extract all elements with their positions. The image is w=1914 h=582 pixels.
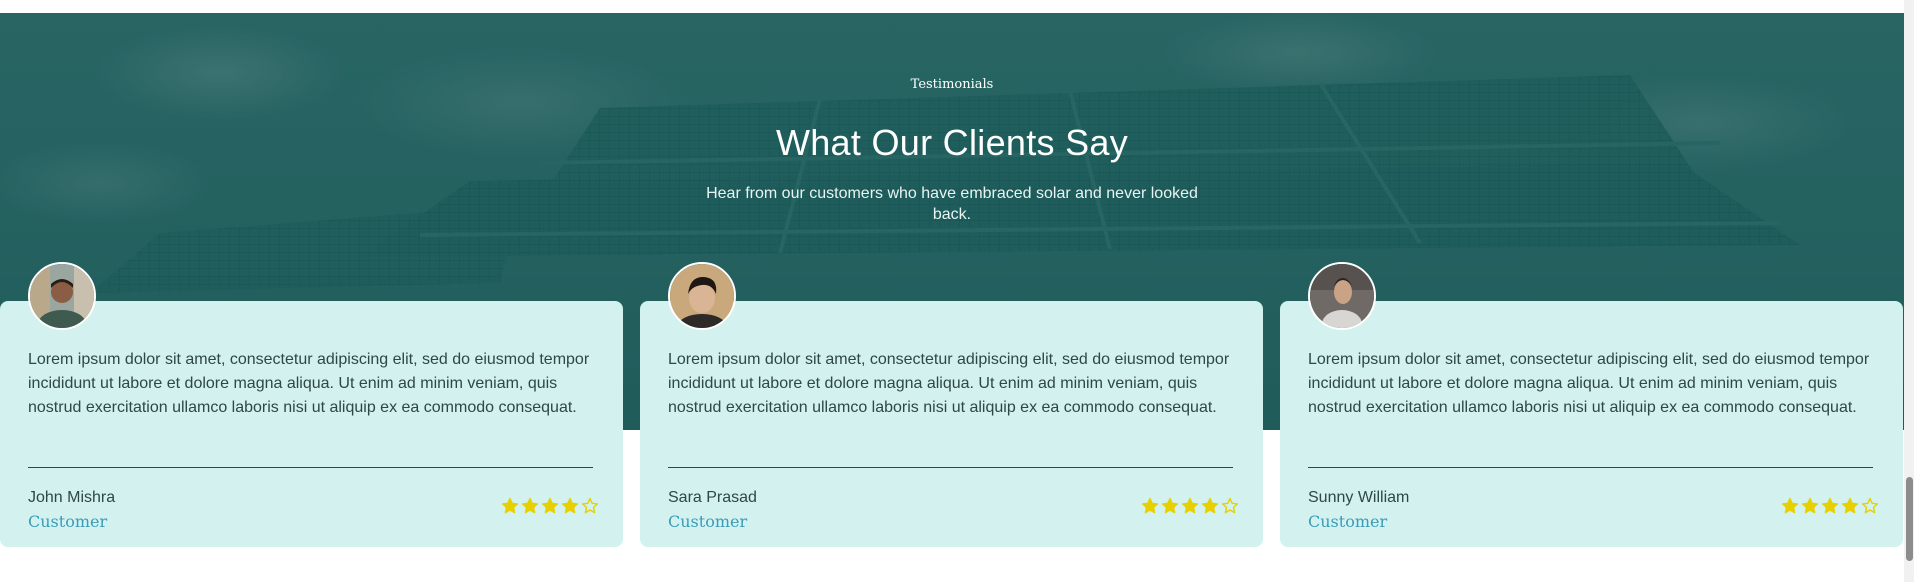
client-role: Customer bbox=[1308, 512, 1388, 531]
star-filled-icon bbox=[501, 497, 519, 514]
card-divider bbox=[668, 467, 1233, 468]
avatar bbox=[28, 262, 96, 330]
star-filled-icon bbox=[541, 497, 559, 514]
testimonial-quote: Lorem ipsum dolor sit amet, consectetur … bbox=[668, 351, 1230, 416]
star-empty-icon bbox=[581, 497, 599, 514]
star-filled-icon bbox=[1181, 497, 1199, 514]
testimonial-card: Lorem ipsum dolor sit amet, consectetur … bbox=[1280, 301, 1903, 547]
section-eyebrow: Testimonials bbox=[910, 77, 994, 92]
star-filled-icon bbox=[1821, 497, 1839, 514]
star-filled-icon bbox=[521, 497, 539, 514]
avatar bbox=[1308, 262, 1376, 330]
client-role: Customer bbox=[668, 512, 748, 531]
client-name: Sunny William bbox=[1308, 489, 1410, 506]
star-filled-icon bbox=[1781, 497, 1799, 514]
card-divider bbox=[28, 467, 593, 468]
section-subtitle: Hear from our customers who have embrace… bbox=[706, 185, 1198, 223]
testimonial-quote: Lorem ipsum dolor sit amet, consectetur … bbox=[1308, 351, 1870, 416]
top-strip bbox=[0, 0, 1904, 13]
star-filled-icon bbox=[1841, 497, 1859, 514]
testimonial-card: Lorem ipsum dolor sit amet, consectetur … bbox=[640, 301, 1263, 547]
client-role: Customer bbox=[28, 512, 108, 531]
star-filled-icon bbox=[1141, 497, 1159, 514]
star-filled-icon bbox=[1201, 497, 1219, 514]
testimonial-card: Lorem ipsum dolor sit amet, consectetur … bbox=[0, 301, 623, 547]
star-empty-icon bbox=[1861, 497, 1879, 514]
star-filled-icon bbox=[561, 497, 579, 514]
star-empty-icon bbox=[1221, 497, 1239, 514]
avatar bbox=[668, 262, 736, 330]
client-name: John Mishra bbox=[28, 489, 116, 506]
section-title: What Our Clients Say bbox=[775, 122, 1129, 163]
star-rating bbox=[1781, 497, 1879, 515]
card-divider bbox=[1308, 467, 1873, 468]
star-rating bbox=[501, 497, 599, 515]
star-filled-icon bbox=[1161, 497, 1179, 514]
star-rating bbox=[1141, 497, 1239, 515]
client-name: Sara Prasad bbox=[668, 489, 757, 506]
testimonial-quote: Lorem ipsum dolor sit amet, consectetur … bbox=[28, 351, 590, 416]
scrollbar-thumb[interactable] bbox=[1906, 477, 1913, 561]
star-filled-icon bbox=[1801, 497, 1819, 514]
